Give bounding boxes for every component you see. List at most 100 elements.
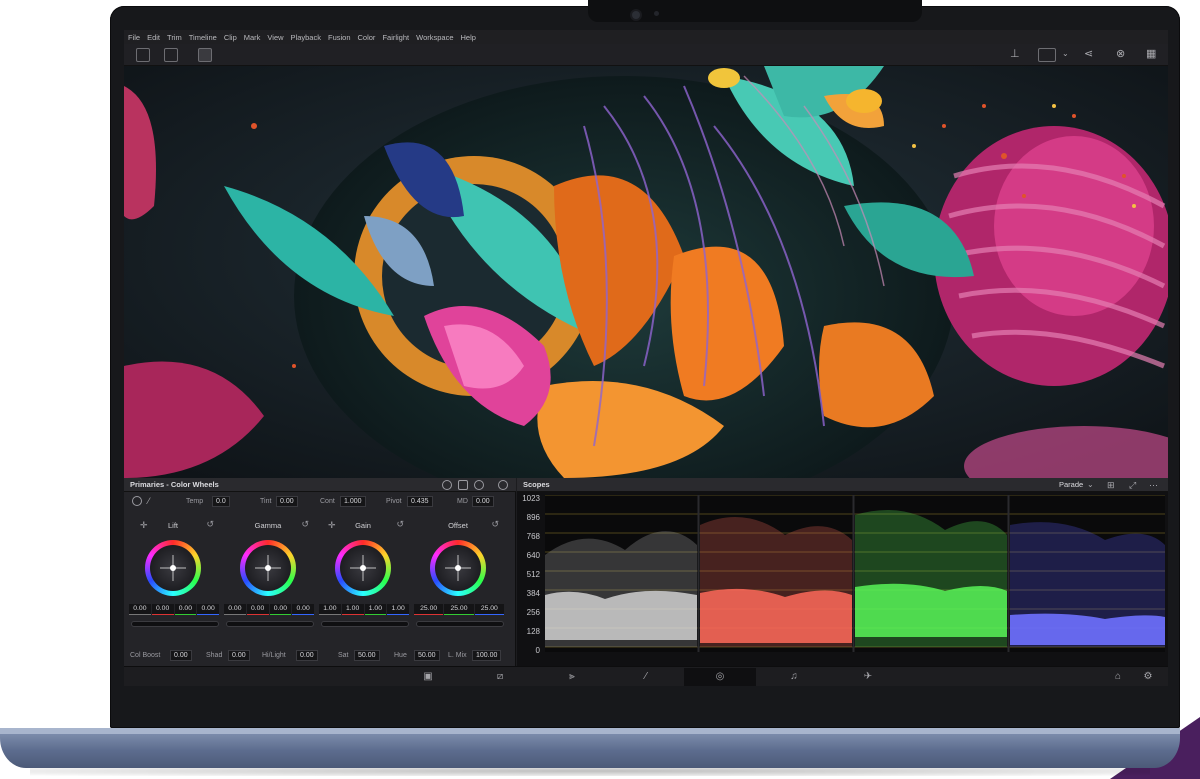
menu-playback[interactable]: Playback — [291, 33, 321, 42]
home-icon[interactable]: ⌂ — [1108, 670, 1128, 684]
gamma-puck[interactable] — [265, 565, 271, 571]
fx-icon[interactable]: ⊗ — [1116, 47, 1125, 61]
offset-g-value[interactable]: 25.00 — [444, 604, 474, 615]
pivot-label: Pivot — [386, 498, 402, 505]
color-page-icon[interactable]: ◎ — [710, 670, 730, 684]
offset-reset-icon[interactable]: ↺ — [491, 519, 499, 530]
gamma-y-value[interactable]: 0.00 — [224, 604, 246, 615]
share-icon[interactable]: ⋖ — [1084, 47, 1093, 61]
media-pool-icon[interactable] — [136, 48, 150, 62]
axis-tick: 1023 — [522, 494, 540, 503]
lift-puck[interactable] — [170, 565, 176, 571]
gamma-master-slider[interactable] — [226, 621, 314, 627]
menu-view[interactable]: View — [267, 33, 283, 42]
scope-settings-icon[interactable]: ⊞ — [1107, 478, 1115, 492]
menu-trim[interactable]: Trim — [167, 33, 182, 42]
sat-value[interactable]: 50.00 — [354, 650, 380, 661]
cont-label: Cont — [320, 498, 335, 505]
product-photo: File Edit Trim Timeline Clip Mark View P… — [0, 0, 1200, 779]
menu-clip[interactable]: Clip — [224, 33, 237, 42]
menu-fusion[interactable]: Fusion — [328, 33, 351, 42]
red-channel-trace — [700, 517, 852, 647]
gain-y-value[interactable]: 1.00 — [319, 604, 341, 615]
gain-master-slider[interactable] — [321, 621, 409, 627]
magnify-icon[interactable] — [474, 480, 484, 490]
md-value[interactable]: 0.00 — [472, 496, 494, 507]
menu-edit[interactable]: Edit — [147, 33, 160, 42]
gain-reset-icon[interactable]: ↺ — [396, 519, 404, 530]
hue-value[interactable]: 50.00 — [414, 650, 440, 661]
more-icon[interactable]: ⋯ — [1149, 478, 1158, 492]
lift-y-value[interactable]: 0.00 — [129, 604, 151, 615]
cont-value[interactable]: 1.000 — [340, 496, 366, 507]
gain-color-wheel[interactable] — [335, 540, 391, 596]
menu-timeline[interactable]: Timeline — [189, 33, 217, 42]
chevron-down-icon[interactable]: ⌄ — [1087, 478, 1094, 492]
gain-puck[interactable] — [360, 565, 366, 571]
menu-fairlight[interactable]: Fairlight — [382, 33, 409, 42]
gamma-color-wheel[interactable] — [240, 540, 296, 596]
menu-color[interactable]: Color — [358, 33, 376, 42]
luma-channel-trace — [545, 531, 697, 647]
menu-mark[interactable]: Mark — [244, 33, 261, 42]
gamma-reset-icon[interactable]: ↺ — [301, 519, 309, 530]
menu-workspace[interactable]: Workspace — [416, 33, 453, 42]
gain-wheel-block: ✛ Gain ↺ 1.00 1.00 1.00 1.00 — [316, 518, 410, 638]
scopes-title: Scopes — [523, 480, 550, 489]
effects-icon[interactable] — [164, 48, 178, 62]
cut-page-icon[interactable]: ⧄ — [490, 670, 510, 684]
temp-value[interactable]: 0.0 — [212, 496, 230, 507]
settings-icon[interactable]: ⚙ — [1138, 670, 1158, 684]
gamma-r-value[interactable]: 0.00 — [246, 604, 269, 615]
shad-value[interactable]: 0.00 — [228, 650, 250, 661]
offset-master-slider[interactable] — [416, 621, 504, 627]
media-page-icon[interactable]: ▣ — [418, 670, 438, 684]
gamma-g-value[interactable]: 0.00 — [269, 604, 292, 615]
audio-meter-icon[interactable]: ⊥ — [1010, 47, 1020, 61]
target-icon[interactable] — [442, 480, 452, 490]
viewer-mode-icon[interactable] — [1038, 48, 1056, 62]
pivot-value[interactable]: 0.435 — [407, 496, 433, 507]
lift-color-wheel[interactable] — [145, 540, 201, 596]
scope-mode-select[interactable]: Parade — [1059, 480, 1083, 489]
primary-adjustments: ⁄ Temp 0.0 Tint 0.00 Cont 1.000 Pivot 0.… — [124, 494, 516, 510]
parade-scope — [545, 494, 1165, 652]
lift-reset-icon[interactable]: ↺ — [206, 519, 214, 530]
toolbar: ⊥ ⌄ ⋖ ⊗ ▦ — [124, 44, 1168, 66]
laptop-base — [0, 728, 1180, 768]
reset-all-icon[interactable] — [498, 480, 508, 490]
grid-icon[interactable]: ▦ — [1146, 47, 1156, 61]
expand-icon[interactable]: ⤢ — [1129, 478, 1136, 492]
fairlight-page-icon[interactable]: ♫ — [784, 670, 804, 684]
lift-g-value[interactable]: 0.00 — [174, 604, 197, 615]
lift-r-value[interactable]: 0.00 — [151, 604, 174, 615]
offset-puck[interactable] — [455, 565, 461, 571]
bars-icon[interactable] — [458, 480, 468, 490]
clip-icon[interactable] — [198, 48, 212, 62]
gain-b-value[interactable]: 1.00 — [387, 604, 409, 615]
col-boost-value[interactable]: 0.00 — [170, 650, 192, 661]
offset-b-value[interactable]: 25.00 — [474, 604, 504, 615]
hilight-value[interactable]: 0.00 — [296, 650, 318, 661]
menu-file[interactable]: File — [128, 33, 140, 42]
lmix-value[interactable]: 100.00 — [472, 650, 502, 661]
picker-icon[interactable]: ⁄ — [148, 494, 150, 508]
offset-color-wheel[interactable] — [430, 540, 486, 596]
parade-waveforms — [545, 494, 1165, 652]
offset-r-value[interactable]: 25.00 — [414, 604, 444, 615]
chevron-down-icon[interactable]: ⌄ — [1062, 47, 1069, 61]
tint-value[interactable]: 0.00 — [276, 496, 298, 507]
gain-values: 1.00 1.00 1.00 1.00 — [319, 604, 409, 615]
hilight-label: Hi/Light — [262, 652, 286, 659]
gain-r-value[interactable]: 1.00 — [341, 604, 364, 615]
edit-page-icon[interactable]: ⫸ — [562, 670, 582, 684]
deliver-page-icon[interactable]: ✈ — [858, 670, 878, 684]
gain-g-value[interactable]: 1.00 — [364, 604, 387, 615]
fusion-page-icon[interactable]: ⁄ — [636, 670, 656, 684]
menu-help[interactable]: Help — [461, 33, 476, 42]
lift-master-slider[interactable] — [131, 621, 219, 627]
axis-tick: 384 — [526, 589, 540, 598]
auto-balance-icon[interactable] — [132, 496, 142, 506]
gamma-b-value[interactable]: 0.00 — [292, 604, 314, 615]
lift-b-value[interactable]: 0.00 — [197, 604, 219, 615]
